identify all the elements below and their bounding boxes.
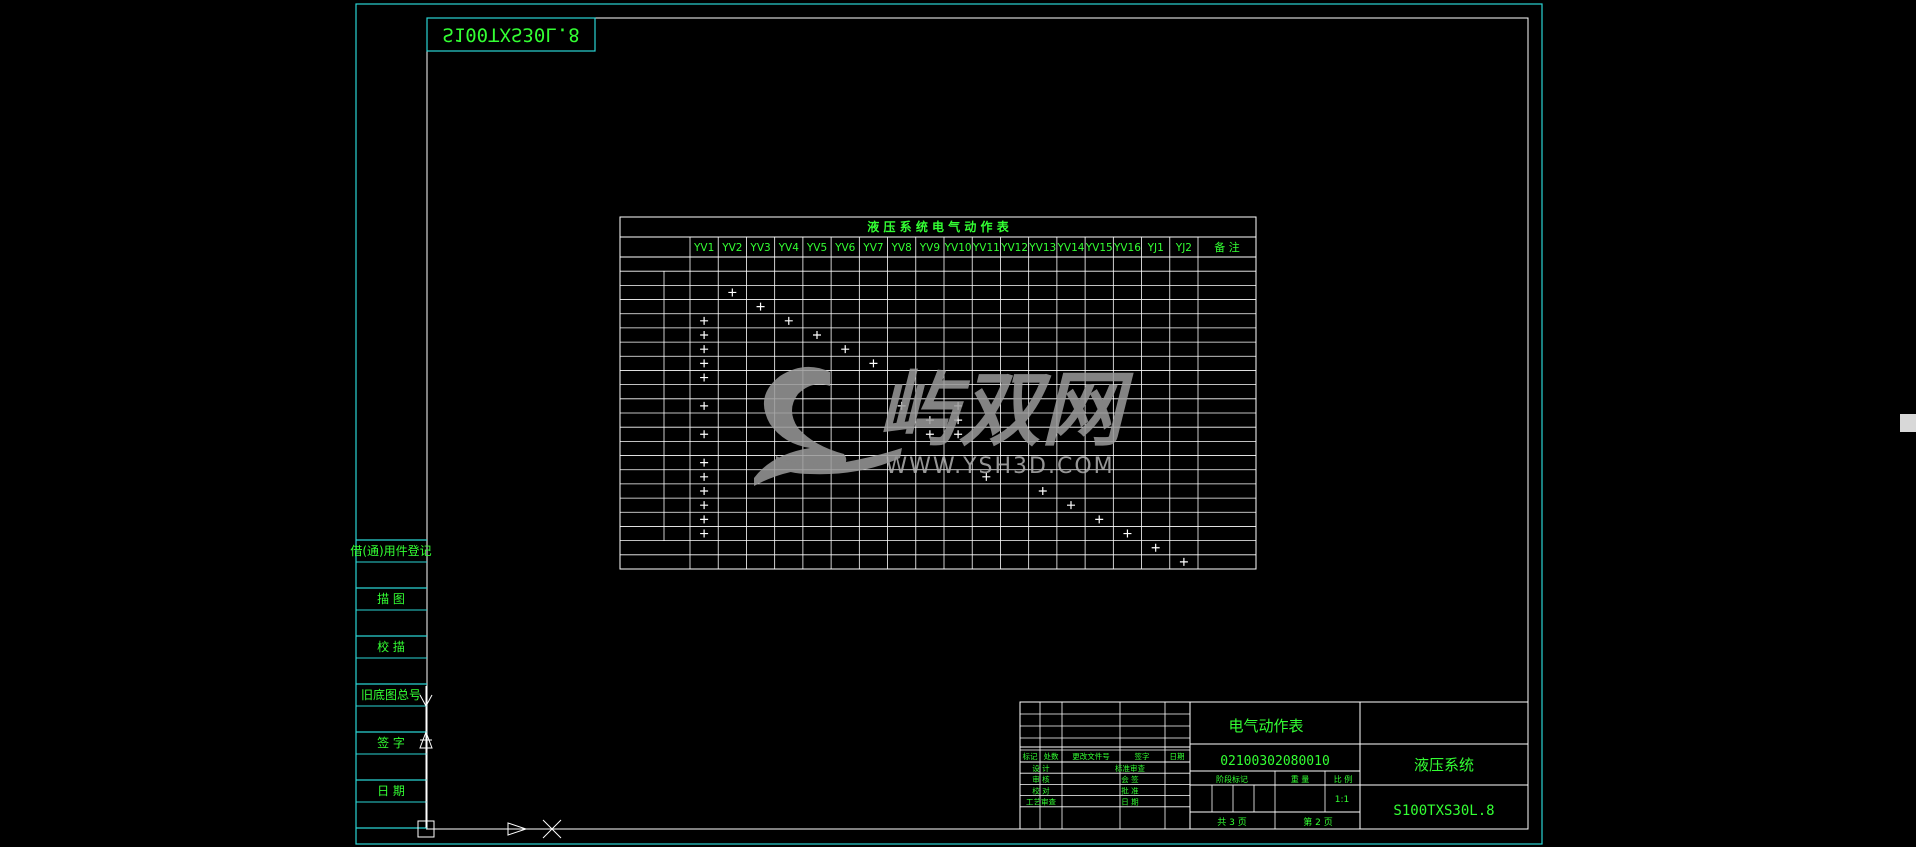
approval-label: 日 期	[1121, 798, 1138, 807]
table-title: 液 压 系 统 电 气 动 作 表	[867, 219, 1009, 234]
side-column-label: 签 字	[377, 735, 405, 750]
stage-header-label: 阶段标记	[1216, 774, 1248, 784]
table-column-header: YV8	[891, 242, 912, 254]
stage-header-label: 比 例	[1334, 774, 1353, 784]
sheet-number: 第 2 页	[1303, 816, 1332, 828]
sheets-total: 共 3 页	[1217, 817, 1246, 828]
table-column-header: YV3	[749, 242, 770, 254]
scale-value: 1:1	[1335, 795, 1349, 805]
table-remarks-header: 备 注	[1214, 240, 1240, 254]
stage-header-label: 重 量	[1291, 774, 1310, 784]
table-column-header: YV2	[721, 242, 742, 254]
approval-label: 审 核	[1032, 774, 1050, 784]
table-column-header: YV13	[1028, 242, 1056, 254]
table-column-header: YV14	[1057, 242, 1085, 254]
table-column-header: YV7	[862, 242, 883, 254]
side-column-label: 借(通)用件登记	[350, 543, 431, 558]
signoff-header-label: 标记	[1023, 751, 1039, 761]
table-column-header: YV1	[693, 242, 714, 254]
table-column-header: YV9	[919, 242, 940, 254]
approval-label: 标准审查	[1115, 763, 1145, 773]
signoff-header-label: 签字	[1135, 751, 1150, 761]
approval-label: 校 对	[1032, 785, 1050, 795]
table-column-header: YV12	[1000, 242, 1028, 254]
signoff-header-label: 日期	[1170, 752, 1185, 761]
table-column-header: YV4	[778, 242, 800, 254]
approval-label: 工艺审查	[1026, 797, 1056, 807]
vertical-scrollbar-thumb[interactable]	[1900, 414, 1916, 432]
table-column-header: YJ1	[1147, 242, 1164, 254]
cad-drawing-canvas: S100TXS30L.8 借(通)用件登记描 图校 描旧底图总号签 字日 期 液…	[0, 0, 1916, 847]
signoff-header-label: 处数	[1044, 751, 1060, 761]
watermark-brand: 屿双网	[877, 363, 1134, 458]
side-column-label: 描 图	[377, 592, 405, 606]
system-name: 液压系统	[1414, 756, 1474, 774]
table-column-header: YJ2	[1175, 242, 1192, 254]
document-number: 02100302080010	[1220, 754, 1330, 769]
signoff-header-label: 更改文件号	[1072, 751, 1110, 761]
side-column-label: 校 描	[377, 639, 405, 654]
table-column-header: YV16	[1113, 242, 1141, 254]
table-column-header: YV11	[972, 242, 1000, 254]
watermark-url: WWW.YSH3D.COM	[885, 454, 1114, 479]
approval-label: 设 计	[1032, 763, 1050, 773]
approval-label: 批 准	[1121, 785, 1139, 795]
table-column-header: YV15	[1085, 242, 1113, 254]
drawing-code-mirrored: S100TXS30L.8	[442, 24, 579, 46]
side-column-label: 日 期	[377, 784, 405, 798]
table-column-header: YV5	[806, 242, 827, 254]
table-column-header: YV10	[944, 242, 972, 254]
table-column-header: YV6	[834, 242, 856, 254]
drawing-code: S100TXS30L.8	[1393, 803, 1494, 819]
side-column-label: 旧底图总号	[361, 687, 421, 702]
drawing-name: 电气动作表	[1228, 717, 1303, 735]
approval-label: 会 签	[1121, 774, 1139, 784]
